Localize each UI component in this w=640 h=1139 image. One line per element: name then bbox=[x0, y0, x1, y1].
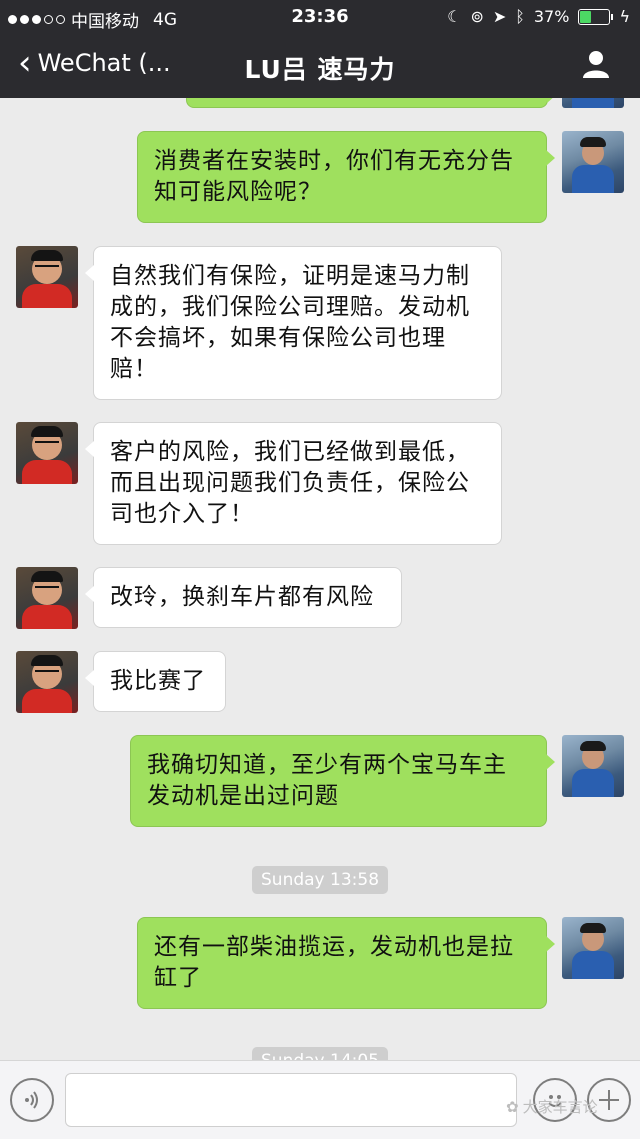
message-bubble[interactable]: 还有一部柴油揽运，发动机也是拉缸了 bbox=[137, 917, 555, 1009]
watermark: ✿ 大家车言论 bbox=[506, 1097, 598, 1117]
chat-area[interactable]: 消费者在安装时，你们有无充分告知可能风险呢？ 自然我们有保险，证明是速马力制成的… bbox=[0, 98, 640, 1060]
avatar[interactable] bbox=[16, 246, 78, 308]
charging-icon: ϟ bbox=[619, 7, 630, 26]
message-bubble[interactable]: 改玲，换刹车片都有风险 bbox=[85, 567, 402, 628]
message-bubble[interactable]: 自然我们有保险，证明是速马力制成的，我们保险公司理赔。发动机不会搞坏，如果有保险… bbox=[85, 246, 502, 400]
top-bar: 中国移动 4G 23:36 ☾ ⊚ ➤ ᛒ 37% ϟ ‹ WeChat (..… bbox=[0, 0, 640, 98]
avatar[interactable] bbox=[562, 131, 624, 193]
message-bubble[interactable]: 我确切知道，至少有两个宝马车主发动机是出过问题 bbox=[130, 735, 555, 827]
person-icon[interactable] bbox=[580, 48, 612, 80]
wechat-logo-icon: ✿ bbox=[506, 1097, 519, 1116]
battery-percent: 37% bbox=[533, 7, 570, 26]
message-input[interactable] bbox=[65, 1073, 517, 1127]
timestamp: Sunday 13:58 bbox=[252, 866, 389, 894]
avatar[interactable] bbox=[562, 917, 624, 979]
timestamp: Sunday 14:05 bbox=[252, 1047, 389, 1060]
nav-bar: ‹ WeChat (... LU吕 速马力 bbox=[0, 34, 640, 98]
avatar[interactable] bbox=[16, 422, 78, 484]
bluetooth-icon: ᛒ bbox=[515, 7, 525, 26]
message-bubble[interactable]: 消费者在安装时，你们有无充分告知可能风险呢？ bbox=[137, 131, 555, 223]
message-bubble[interactable]: 我比赛了 bbox=[85, 651, 226, 712]
avatar[interactable] bbox=[16, 567, 78, 629]
message-bubble[interactable] bbox=[186, 98, 556, 108]
chat-title: LU吕 速马力 bbox=[244, 55, 396, 84]
location-icon: ➤ bbox=[492, 7, 507, 26]
moon-icon: ☾ bbox=[447, 7, 462, 26]
voice-icon[interactable] bbox=[10, 1078, 54, 1122]
avatar[interactable] bbox=[562, 735, 624, 797]
message-bubble[interactable]: 客户的风险，我们已经做到最低，而且出现问题我们负责任，保险公司也介入了！ bbox=[85, 422, 502, 545]
battery-icon bbox=[578, 8, 614, 25]
orientation-lock-icon: ⊚ bbox=[470, 7, 484, 26]
avatar[interactable] bbox=[16, 651, 78, 713]
avatar[interactable] bbox=[562, 98, 624, 108]
status-bar: 中国移动 4G 23:36 ☾ ⊚ ➤ ᛒ 37% ϟ bbox=[0, 0, 640, 34]
